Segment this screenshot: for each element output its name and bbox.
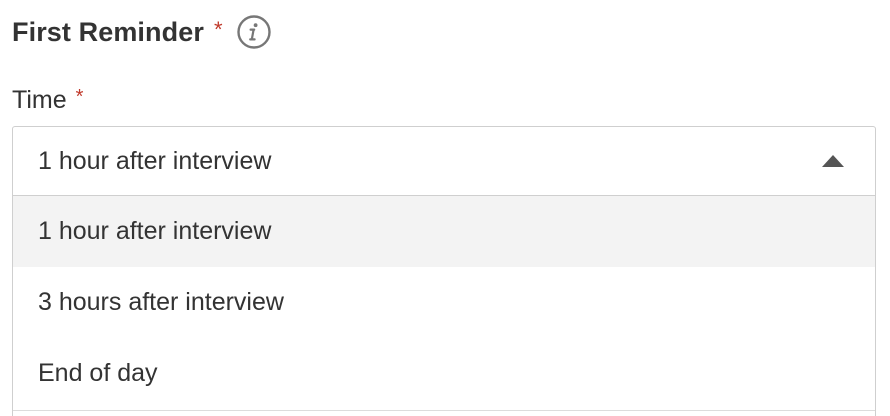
required-indicator: * [213,17,223,42]
time-label: Time [12,85,67,114]
reminder-form: First Reminder * Time * 1 hour after int… [0,0,890,416]
info-icon[interactable] [236,15,271,49]
time-required-indicator: * [75,85,84,108]
caret-up-icon[interactable] [822,154,844,168]
time-select[interactable]: 1 hour after interview [12,126,876,196]
option-label: 3 hours after interview [38,288,284,316]
section-header: First Reminder * [12,12,271,52]
option-label: 1 hour after interview [38,217,272,245]
time-options-list: 1 hour after interview 3 hours after int… [12,196,876,416]
time-label-row: Time * [12,82,83,118]
time-option-1-hour[interactable]: 1 hour after interview [13,196,875,267]
time-option-3-hours[interactable]: 3 hours after interview [13,267,875,338]
options-divider [13,410,875,411]
time-option-end-of-day[interactable]: End of day [13,338,875,409]
option-label: End of day [38,359,158,387]
time-select-value: 1 hour after interview [38,146,272,175]
section-title: First Reminder [12,16,204,47]
